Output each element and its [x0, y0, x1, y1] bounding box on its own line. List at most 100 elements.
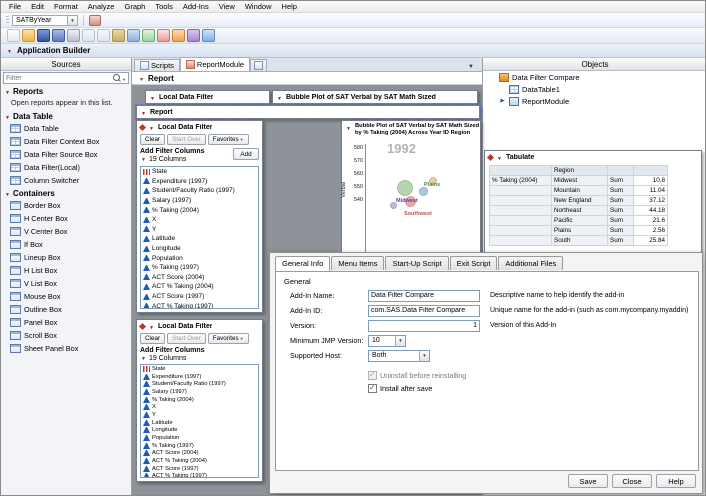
toolbar-icon[interactable]	[112, 29, 125, 42]
disclosure-icon[interactable]	[4, 112, 11, 121]
favorites-button[interactable]: Favorites	[208, 333, 249, 344]
toolbar-icon[interactable]	[142, 29, 155, 42]
source-item[interactable]: H List Box	[1, 264, 131, 277]
disclosure-icon[interactable]	[140, 156, 147, 163]
local-data-filter-window[interactable]: Local Data Filter Clear Start Over Favor…	[136, 120, 263, 313]
column-item[interactable]: % Taking (2004)	[141, 396, 258, 404]
column-item[interactable]: Population	[141, 253, 258, 263]
install-after-save-checkbox[interactable]	[368, 384, 377, 393]
column-item[interactable]: ACT % Taking (1997)	[141, 473, 258, 478]
object-tree-item[interactable]: DataTable1	[483, 83, 706, 95]
disclosure-icon[interactable]	[140, 108, 147, 117]
tab-reportmodule[interactable]: ReportModule	[180, 57, 250, 71]
toolbar-icon[interactable]	[7, 29, 20, 42]
filter-input[interactable]	[6, 75, 113, 82]
disclosure-icon[interactable]	[149, 93, 156, 102]
column-item[interactable]: State	[141, 167, 258, 177]
menu-item[interactable]: Add-Ins	[178, 1, 214, 12]
menu-item[interactable]: Edit	[26, 1, 49, 12]
menu-item[interactable]: Graph	[119, 1, 150, 12]
disclosure-icon[interactable]	[345, 123, 352, 132]
chevron-down-icon[interactable]	[468, 61, 474, 70]
disclosure-icon[interactable]	[4, 189, 11, 198]
column-item[interactable]: X	[141, 403, 258, 411]
column-item[interactable]: ACT % Taking (2004)	[141, 282, 258, 292]
source-item[interactable]: H Center Box	[1, 212, 131, 225]
local-data-filter-window[interactable]: Local Data Filter Clear Start Over Favor…	[136, 319, 263, 482]
column-item[interactable]: Y	[141, 225, 258, 235]
report-window-titlebar[interactable]: Report	[136, 105, 480, 119]
close-button[interactable]: Close	[612, 474, 652, 488]
toolbar-grip[interactable]	[6, 16, 9, 25]
toolbar-icon[interactable]	[37, 29, 50, 42]
save-button[interactable]: Save	[568, 474, 608, 488]
menu-item[interactable]: View	[214, 1, 240, 12]
toolbar-icon[interactable]	[172, 29, 185, 42]
object-tree-item[interactable]: Data Filter Compare	[483, 71, 706, 83]
disclosure-icon[interactable]	[138, 74, 145, 83]
column-item[interactable]: Student/Faculty Ratio (1997)	[141, 380, 258, 388]
tab-module-icon-only[interactable]	[250, 59, 267, 71]
toolbar-icon[interactable]	[82, 29, 95, 42]
column-item[interactable]: ACT Score (2004)	[141, 450, 258, 458]
add-button[interactable]: Add	[233, 148, 259, 160]
bubble-plot-area[interactable]: Verbal 580570560550540 1992 Plains Midwe…	[342, 140, 480, 260]
column-item[interactable]: % Taking (1997)	[141, 263, 258, 273]
supported-host-select[interactable]: Both	[368, 350, 430, 362]
column-item[interactable]: Population	[141, 434, 258, 442]
tab-scripts[interactable]: Scripts	[134, 59, 180, 71]
source-item[interactable]: Data Filter Context Box	[1, 135, 131, 148]
dialog-tab[interactable]: General Info	[275, 256, 330, 271]
toolbar-icon[interactable]	[202, 29, 215, 42]
window-titlebar[interactable]: Local Data Filter	[137, 121, 262, 133]
source-item[interactable]: V Center Box	[1, 225, 131, 238]
expand-icon[interactable]: ▶	[499, 98, 506, 104]
toolbar-combo[interactable]: SATByYear	[12, 15, 78, 26]
column-item[interactable]: ACT Score (1997)	[141, 292, 258, 302]
column-item[interactable]: Latitude	[141, 234, 258, 244]
source-item[interactable]: V List Box	[1, 277, 131, 290]
toolbar-icon[interactable]	[187, 29, 200, 42]
dialog-tab[interactable]: Exit Script	[450, 256, 498, 270]
dialog-tab[interactable]: Additional Files	[498, 256, 563, 270]
dialog-tab[interactable]: Start-Up Script	[385, 256, 448, 270]
column-item[interactable]: Salary (1997)	[141, 196, 258, 206]
data-table-section-header[interactable]: Data Table	[1, 110, 131, 122]
menu-item[interactable]: Format	[49, 1, 83, 12]
disclosure-icon[interactable]	[140, 355, 147, 362]
disclosure-icon[interactable]	[276, 93, 283, 102]
source-item[interactable]: If Box	[1, 238, 131, 251]
toolbar-icon[interactable]	[97, 29, 110, 42]
toolbar-icon[interactable]	[52, 29, 65, 42]
source-item[interactable]: Data Filter Source Box	[1, 148, 131, 161]
start-over-button[interactable]: Start Over	[167, 333, 206, 344]
clear-button[interactable]: Clear	[140, 134, 165, 145]
search-icon[interactable]	[113, 74, 122, 83]
background-window-bubble-plot[interactable]: Bubble Plot of SAT Verbal by SAT Math Si…	[272, 90, 478, 104]
window-titlebar[interactable]: Tabulate	[485, 151, 701, 163]
column-item[interactable]: ACT Score (1997)	[141, 465, 258, 473]
toolbar-icon[interactable]	[67, 29, 80, 42]
favorites-button[interactable]: Favorites	[208, 134, 249, 145]
bubble-plot-window[interactable]: Bubble Plot of SAT Verbal by SAT Math Si…	[341, 120, 481, 261]
column-item[interactable]: Expenditure (1997)	[141, 373, 258, 381]
column-item[interactable]: State	[141, 365, 258, 373]
window-titlebar[interactable]: Bubble Plot of SAT Verbal by SAT Math Si…	[342, 121, 480, 139]
column-item[interactable]: Expenditure (1997)	[141, 177, 258, 187]
column-item[interactable]: ACT Score (2004)	[141, 273, 258, 283]
start-over-button[interactable]: Start Over	[167, 134, 206, 145]
source-item[interactable]: Scroll Box	[1, 329, 131, 342]
object-tree-item[interactable]: ▶ ReportModule	[483, 95, 706, 107]
column-item[interactable]: ACT % Taking (1997)	[141, 301, 258, 309]
column-item[interactable]: % Taking (1997)	[141, 442, 258, 450]
menu-item[interactable]: File	[4, 1, 26, 12]
menu-item[interactable]: Analyze	[83, 1, 120, 12]
reports-section-header[interactable]: Reports	[1, 85, 131, 97]
column-item[interactable]: X	[141, 215, 258, 225]
containers-section-header[interactable]: Containers	[1, 187, 131, 199]
chevron-down-icon[interactable]	[67, 16, 77, 25]
toolbar-icon[interactable]	[89, 15, 101, 26]
disclosure-icon[interactable]	[496, 153, 503, 162]
column-item[interactable]: Longitude	[141, 244, 258, 254]
source-item[interactable]: Data Filter(Local)	[1, 161, 131, 174]
